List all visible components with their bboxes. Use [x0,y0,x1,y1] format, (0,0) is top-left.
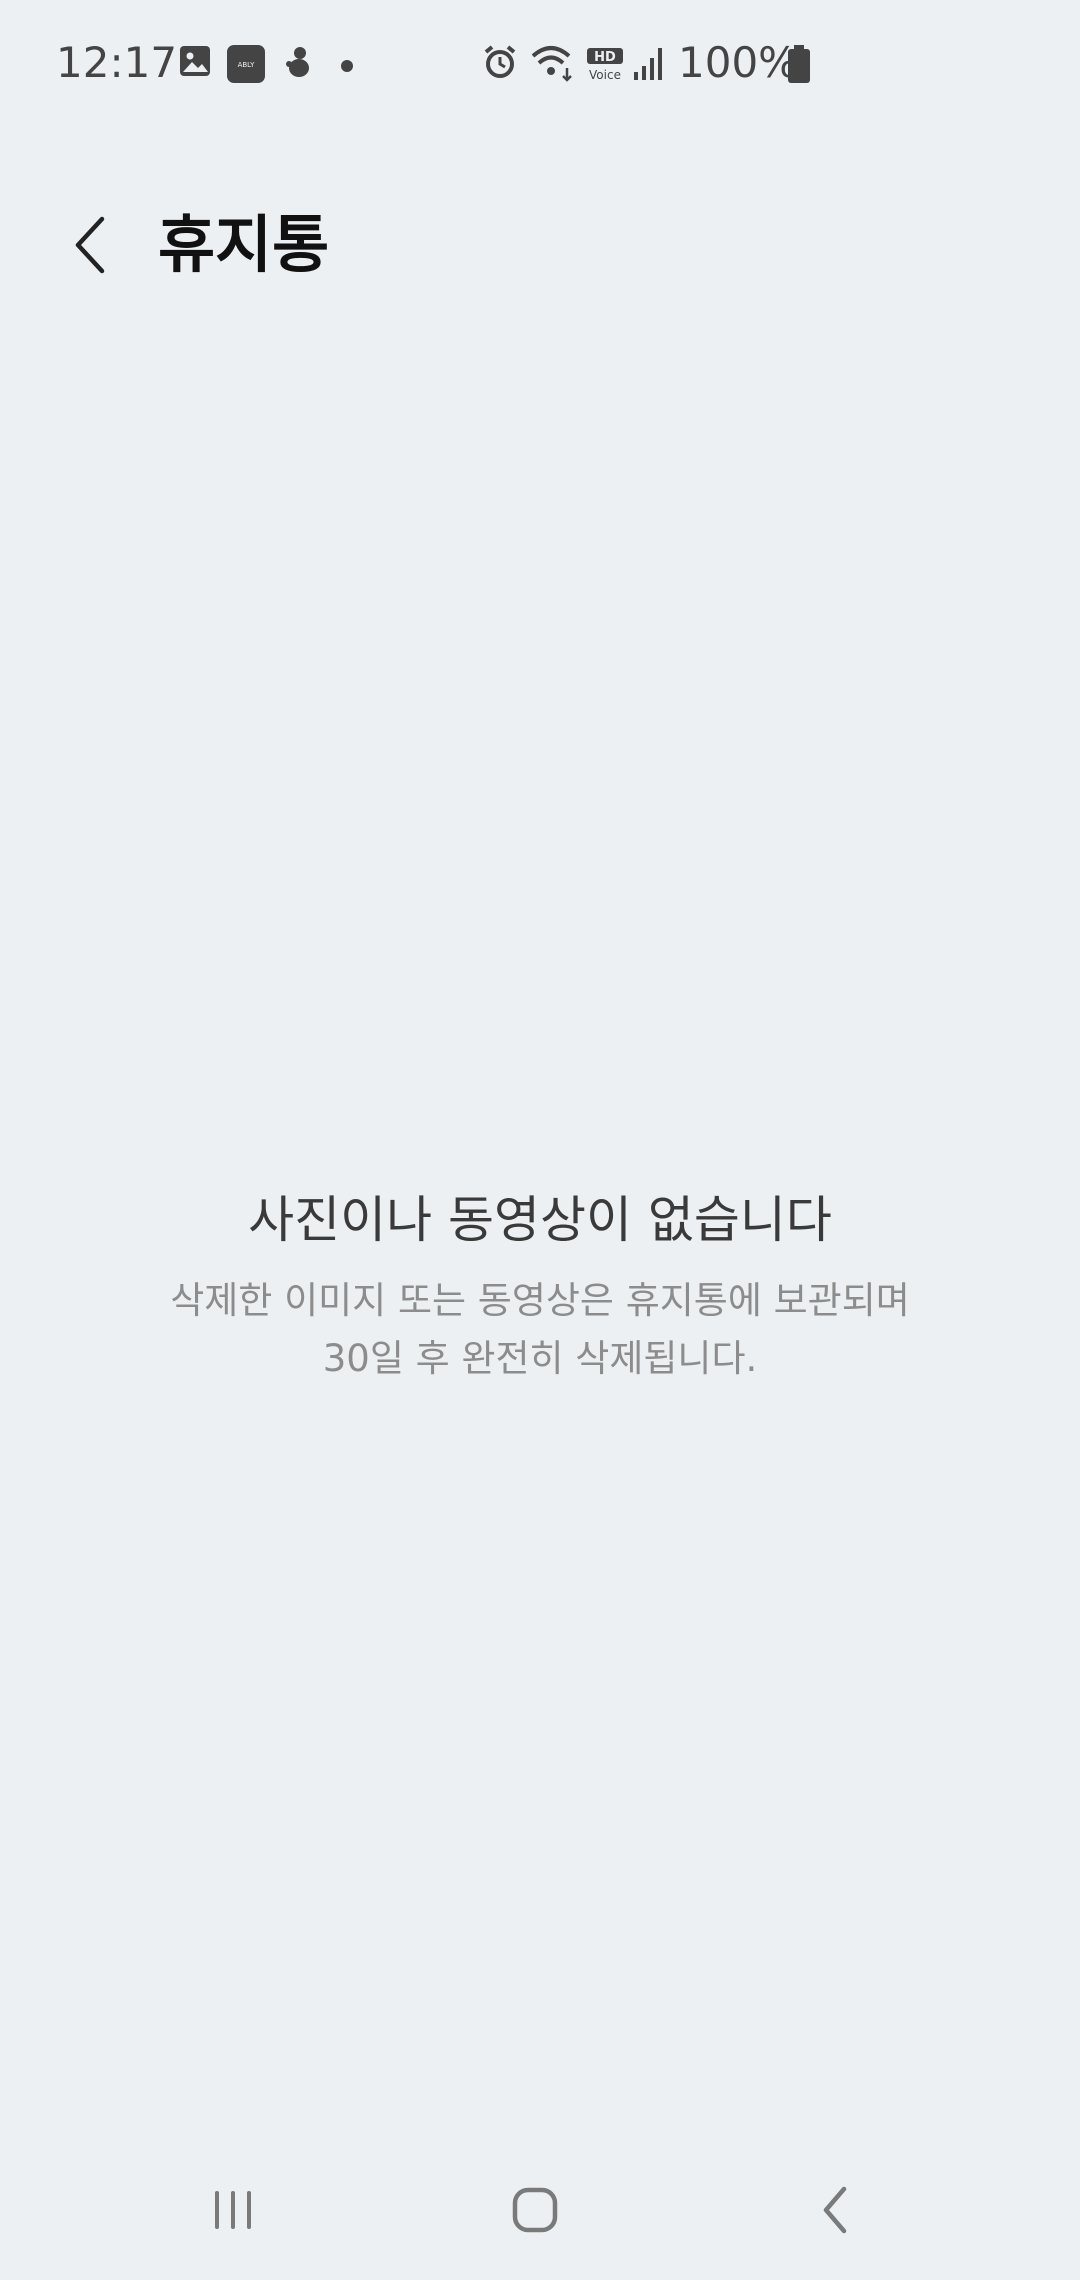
empty-state-description-line1: 삭제한 이미지 또는 동영상은 휴지통에 보관되며 [170,1279,910,1322]
navigation-bar [0,2150,1080,2280]
gallery-icon [178,44,212,84]
nav-back-button[interactable] [787,2170,887,2250]
status-bar: 12:17 ABLY HD Voice 100% [0,0,1080,130]
header: 휴지통 [0,180,1080,310]
back-icon [823,2186,847,2234]
battery-icon [786,44,812,84]
svg-text:Voice: Voice [589,68,621,82]
empty-state-description: 삭제한 이미지 또는 동영상은 휴지통에 보관되며 30일 후 완전히 삭제됩니… [60,1272,1020,1388]
dot-icon [340,58,354,98]
svg-text:ABLY: ABLY [238,61,256,69]
signal-icon [632,44,668,84]
recents-button[interactable] [183,2170,283,2250]
page-title: 휴지통 [158,208,330,281]
back-button[interactable] [50,205,130,285]
empty-state: 사진이나 동영상이 없습니다 삭제한 이미지 또는 동영상은 휴지통에 보관되며… [60,1180,1020,1388]
recents-icon [215,2191,251,2229]
app-mascot-icon [282,44,316,84]
ably-app-icon: ABLY [226,44,266,84]
chevron-left-icon [75,216,105,274]
status-time: 12:17 [56,38,178,87]
alarm-icon [482,44,518,84]
home-icon [512,2187,558,2233]
battery-percent: 100% [678,38,799,87]
empty-state-description-line2: 30일 후 완전히 삭제됩니다. [322,1337,758,1380]
hd-voice-icon: HD Voice [585,46,625,86]
svg-text:HD: HD [594,50,616,65]
wifi-icon [530,44,576,84]
home-button[interactable] [485,2170,585,2250]
empty-state-title: 사진이나 동영상이 없습니다 [248,1191,832,1249]
